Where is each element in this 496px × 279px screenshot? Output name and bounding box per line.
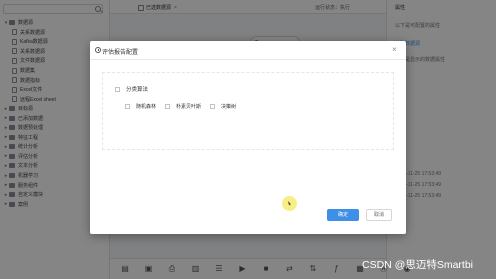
algorithm-options: 随机森林 朴素贝叶斯 决策树 (125, 103, 245, 110)
group-label: 分类算法 (126, 87, 149, 93)
clock-icon (95, 47, 101, 53)
watermark: CSDN @思迈特Smartbi (362, 259, 474, 271)
evaluation-report-dialog: 评估报告配置 × 分类算法 随机森林 朴素贝叶斯 决策树 确定 取消 (90, 41, 406, 234)
group-checkbox[interactable] (115, 86, 120, 92)
algorithm-option[interactable]: 决策树 (210, 103, 236, 110)
option-label: 随机森林 (136, 104, 157, 110)
confirm-button[interactable]: 确定 (327, 209, 359, 221)
option-checkbox[interactable] (165, 104, 171, 109)
option-checkbox[interactable] (125, 104, 130, 109)
algorithm-option[interactable]: 朴素贝叶斯 (165, 103, 201, 110)
option-label: 决策树 (221, 104, 237, 110)
dialog-title: 评估报告配置 (102, 50, 139, 56)
group-checkbox-row[interactable]: 分类算法 (115, 85, 148, 93)
cancel-button[interactable]: 取消 (366, 209, 392, 221)
option-checkbox[interactable] (210, 104, 216, 109)
dialog-header: 评估报告配置 × (90, 41, 406, 60)
algorithm-section: 分类算法 随机森林 朴素贝叶斯 决策树 (102, 72, 394, 150)
mouse-cursor-highlight (282, 196, 297, 211)
option-label: 朴素贝叶斯 (176, 104, 202, 110)
algorithm-option[interactable]: 随机森林 (125, 103, 156, 110)
close-icon[interactable]: × (392, 45, 397, 54)
